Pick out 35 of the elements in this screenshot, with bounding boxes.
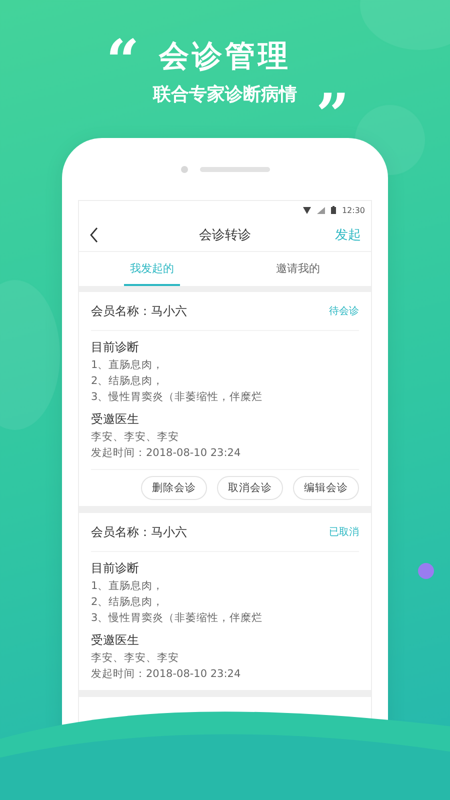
promo-title: 会诊管理	[159, 38, 291, 76]
wifi-icon	[302, 206, 311, 214]
decor-dot	[418, 563, 434, 579]
quote-mark: “	[106, 27, 140, 95]
diagnosis-line: 3、慢性胃窦炎（非萎缩性，伴糜烂	[91, 390, 263, 405]
section-heading: 受邀医生	[91, 411, 139, 427]
back-icon[interactable]	[89, 227, 99, 243]
action-button[interactable]: 编辑会诊	[293, 476, 359, 500]
camera-dot	[180, 166, 188, 172]
doctor-names: 李安、李安、李安	[91, 651, 179, 666]
diagnosis-line: 3、慢性胃窦炎（非萎缩性，伴糜烂	[91, 611, 263, 626]
tab[interactable]: 邀请我的	[270, 252, 326, 286]
quote-mark: ”	[316, 81, 350, 149]
section-heading: 目前诊断	[91, 339, 139, 355]
member-name: 会员名称：马小六	[91, 524, 187, 540]
section-heading: 受邀医生	[91, 632, 139, 648]
consult-status: 待会诊	[329, 304, 359, 318]
promo-subtitle: 联合专家诊断病情	[153, 83, 297, 106]
action-button[interactable]: 取消会诊	[217, 476, 283, 500]
doctor-names: 李安、李安、李安	[91, 430, 179, 445]
start-time: 发起时间：2018-08-10 23:24	[91, 667, 241, 682]
consult-status: 已取消	[329, 526, 359, 539]
member-name: 会员名称：马小六	[91, 302, 187, 320]
status-time: 12:30	[342, 206, 365, 214]
speaker-slot	[200, 166, 270, 172]
diagnosis-line: 2、结肠息肉，	[91, 374, 164, 389]
screen-title: 会诊转诊	[199, 228, 251, 243]
diagnosis-line: 2、结肠息肉，	[91, 595, 164, 610]
start-time: 发起时间：2018-08-10 23:24	[91, 446, 241, 461]
section-heading: 目前诊断	[91, 560, 139, 576]
diagnosis-line: 1、直肠息肉，	[91, 358, 164, 373]
signal-icon	[316, 206, 325, 214]
action-button[interactable]: 删除会诊	[141, 476, 207, 500]
diagnosis-line: 1、直肠息肉，	[91, 579, 164, 594]
battery-icon	[330, 206, 336, 214]
